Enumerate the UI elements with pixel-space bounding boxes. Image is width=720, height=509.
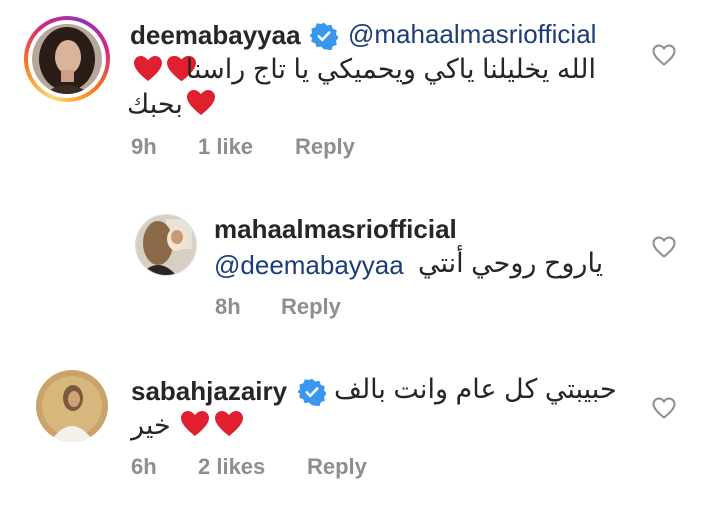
comment-text-line2: بحبك — [127, 89, 183, 119]
avatar[interactable] — [32, 24, 102, 94]
comment-time: 6h — [131, 454, 157, 479]
avatar[interactable] — [135, 214, 197, 276]
comment-time: 8h — [215, 294, 241, 319]
verified-badge-icon — [309, 22, 339, 55]
likes-count[interactable]: 2 likes — [198, 454, 265, 480]
username[interactable]: deemabayyaa — [130, 20, 301, 51]
heart-outline-icon[interactable] — [652, 44, 676, 71]
mention-link[interactable]: @mahaalmasriofficial — [348, 19, 596, 50]
hearts-row-2 — [186, 89, 216, 116]
username[interactable]: sabahjazairy — [131, 376, 287, 407]
comment-text-line1: الله يخليلنا ياكي ويحميكي يا تاج راسنا — [185, 54, 596, 84]
username[interactable]: mahaalmasriofficial — [214, 214, 457, 245]
red-heart-emoji — [181, 411, 209, 436]
mention-link[interactable]: @deemabayyaa — [214, 250, 404, 281]
comment-text: ياروح روحي أنتي — [418, 248, 604, 278]
reply-button[interactable]: Reply — [307, 454, 367, 480]
comment-text-line2: خير — [131, 410, 171, 440]
reply-button[interactable]: Reply — [295, 134, 355, 160]
red-heart-emoji — [134, 56, 162, 81]
heart-outline-icon[interactable] — [652, 236, 676, 263]
red-heart-emoji — [215, 411, 244, 436]
likes-count[interactable]: 1 like — [198, 134, 253, 160]
comment-mahaalmasriofficial: mahaalmasriofficial ياروح روحي أنتي @dee… — [0, 200, 720, 330]
comment-text-line1: حبيبتي كل عام وانت بالف — [334, 374, 617, 404]
heart-outline-icon[interactable] — [652, 397, 676, 424]
comment-sabahjazairy: sabahjazairy حبيبتي كل عام وانت بالف خير… — [0, 360, 720, 509]
hearts-row — [180, 410, 244, 437]
red-heart-emoji — [187, 90, 215, 115]
verified-badge-icon — [297, 378, 327, 411]
avatar[interactable] — [36, 370, 108, 442]
reply-button[interactable]: Reply — [281, 294, 341, 320]
comment-time: 9h — [131, 134, 157, 159]
comment-deemabayyaa: deemabayyaa @mahaalmasriofficial الله يخ… — [0, 0, 720, 175]
